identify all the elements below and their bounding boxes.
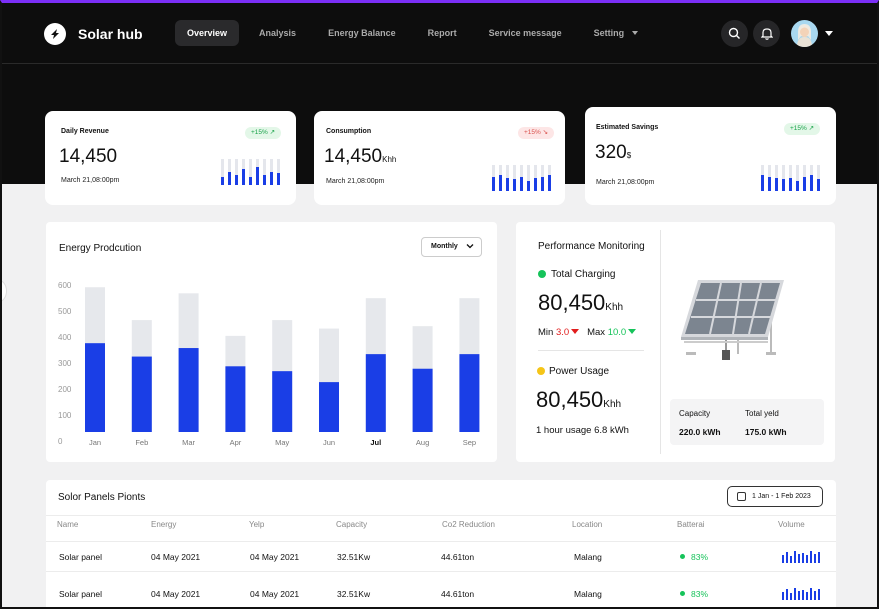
window-frame (0, 0, 879, 609)
